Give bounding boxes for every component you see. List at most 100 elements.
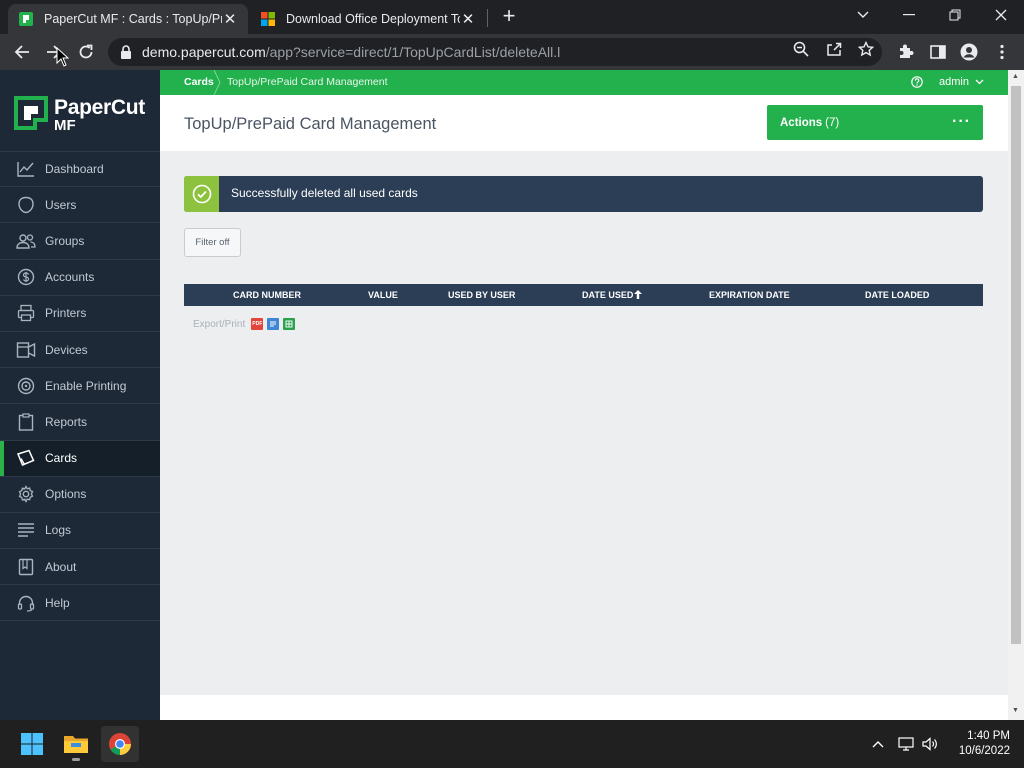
sidebar-item-about[interactable]: About bbox=[0, 549, 160, 586]
tab-search-icon[interactable] bbox=[840, 0, 886, 30]
sidebar-item-label: Options bbox=[45, 487, 87, 502]
papercut-logo-icon bbox=[14, 96, 48, 130]
reload-button[interactable] bbox=[74, 40, 98, 64]
volume-icon[interactable] bbox=[921, 735, 939, 753]
breadcrumb: Cards TopUp/PrePaid Card Management admi… bbox=[160, 70, 1008, 95]
sidebar-nav: Dashboard Users Groups Accounts Printers… bbox=[0, 151, 160, 622]
cards-table-header: CARD NUMBER VALUE USED BY USER DATE USED… bbox=[184, 284, 983, 306]
accounts-icon bbox=[16, 267, 36, 287]
sidebar-item-reports[interactable]: Reports bbox=[0, 404, 160, 441]
csv-export-icon[interactable] bbox=[283, 318, 296, 330]
actions-button[interactable]: Actions (7) ··· bbox=[767, 105, 983, 140]
side-panel-icon[interactable] bbox=[929, 43, 947, 61]
network-icon[interactable] bbox=[897, 735, 915, 753]
export-label: Export/Print bbox=[193, 318, 246, 330]
restore-button[interactable] bbox=[932, 0, 978, 30]
tab-title: PaperCut MF : Cards : TopUp/Pre bbox=[44, 12, 222, 26]
dashboard-icon bbox=[16, 159, 36, 179]
html-export-icon[interactable] bbox=[267, 318, 280, 330]
browser-tab-papercut[interactable]: PaperCut MF : Cards : TopUp/Pre ✕ bbox=[8, 4, 248, 34]
actions-label: Actions bbox=[780, 116, 823, 129]
minimize-button[interactable] bbox=[886, 0, 932, 30]
sidebar-item-label: Help bbox=[45, 595, 70, 610]
browser-toolbar: demo.papercut.com /app?service=direct/1/… bbox=[0, 34, 1024, 70]
user-menu-label: admin bbox=[939, 76, 969, 88]
tab-close-icon[interactable]: ✕ bbox=[460, 10, 476, 28]
windows-logo-icon bbox=[21, 733, 43, 755]
printer-icon bbox=[16, 303, 36, 323]
file-explorer-button[interactable] bbox=[57, 726, 95, 762]
sidebar-item-devices[interactable]: Devices bbox=[0, 332, 160, 369]
page-footer bbox=[160, 695, 1008, 720]
bookmark-star-icon[interactable] bbox=[858, 41, 874, 57]
clock-date: 10/6/2022 bbox=[958, 745, 1010, 757]
sidebar-item-help[interactable]: Help bbox=[0, 585, 160, 622]
profile-avatar-icon[interactable] bbox=[960, 43, 978, 61]
sidebar-item-dashboard[interactable]: Dashboard bbox=[0, 151, 160, 188]
scrollbar-thumb[interactable] bbox=[1011, 86, 1021, 644]
sidebar-item-users[interactable]: Users bbox=[0, 187, 160, 224]
page-title: TopUp/PrePaid Card Management bbox=[184, 115, 437, 133]
sidebar-item-label: Logs bbox=[45, 523, 72, 538]
extensions-icon[interactable] bbox=[897, 43, 915, 61]
sidebar-item-cards[interactable]: Cards bbox=[0, 440, 160, 477]
column-header-value[interactable]: VALUE bbox=[368, 290, 398, 300]
help-icon bbox=[16, 593, 36, 613]
page-scrollbar[interactable]: ▲ ▼ bbox=[1008, 70, 1024, 720]
more-dots-icon: ··· bbox=[952, 113, 971, 130]
sidebar-item-label: Accounts bbox=[45, 270, 95, 285]
sidebar-item-label: Dashboard bbox=[45, 162, 104, 177]
column-header-expiration-date[interactable]: EXPIRATION DATE bbox=[709, 290, 790, 300]
success-check-icon bbox=[184, 176, 219, 212]
breadcrumb-chevron-icon bbox=[213, 70, 221, 95]
column-header-date-used[interactable]: DATE USED bbox=[582, 290, 633, 300]
sidebar-item-logs[interactable]: Logs bbox=[0, 513, 160, 550]
lock-icon bbox=[121, 45, 131, 59]
browser-menu-icon[interactable] bbox=[993, 43, 1011, 61]
success-alert: Successfully deleted all used cards bbox=[184, 176, 983, 212]
column-header-date-loaded[interactable]: DATE LOADED bbox=[865, 290, 929, 300]
sidebar-item-accounts[interactable]: Accounts bbox=[0, 260, 160, 296]
browser-tab-office[interactable]: Download Office Deployment To ✕ bbox=[250, 4, 486, 34]
scroll-up-icon[interactable]: ▲ bbox=[1012, 73, 1019, 80]
scroll-down-icon[interactable]: ▼ bbox=[1012, 707, 1019, 714]
close-window-button[interactable] bbox=[978, 0, 1024, 30]
sidebar-item-label: Printers bbox=[45, 306, 87, 321]
tray-overflow-chevron-icon[interactable] bbox=[869, 735, 887, 753]
pdf-export-icon[interactable]: PDF bbox=[251, 318, 264, 330]
clock-time: 1:40 PM bbox=[967, 730, 1010, 742]
sidebar-item-label: Groups bbox=[45, 233, 85, 248]
gear-icon bbox=[16, 484, 36, 504]
papercut-favicon-icon bbox=[19, 12, 33, 26]
filter-toggle-button[interactable]: Filter off bbox=[184, 228, 241, 257]
chrome-taskbar-button[interactable] bbox=[101, 726, 139, 762]
sidebar-item-label: Users bbox=[45, 197, 77, 212]
zoom-icon[interactable] bbox=[793, 41, 809, 57]
papercut-logo[interactable]: PaperCut MF bbox=[14, 96, 149, 136]
sidebar-item-printers[interactable]: Printers bbox=[0, 296, 160, 332]
user-menu[interactable]: admin bbox=[911, 76, 984, 88]
url-path: /app?service=direct/1/TopUpCardList/dele… bbox=[265, 44, 561, 60]
sort-ascending-icon bbox=[634, 290, 642, 299]
tab-close-icon[interactable]: ✕ bbox=[222, 10, 238, 28]
users-icon bbox=[16, 195, 36, 215]
breadcrumb-root[interactable]: Cards bbox=[184, 76, 214, 88]
back-button[interactable] bbox=[10, 40, 34, 64]
export-print-bar: Export/Print PDF bbox=[193, 318, 296, 330]
sidebar-item-groups[interactable]: Groups bbox=[0, 223, 160, 260]
enable-printing-icon bbox=[16, 376, 36, 396]
groups-icon bbox=[16, 231, 36, 251]
new-tab-button[interactable]: + bbox=[498, 5, 520, 28]
start-button[interactable] bbox=[13, 726, 51, 762]
sidebar-item-enable-printing[interactable]: Enable Printing bbox=[0, 368, 160, 405]
sidebar-item-label: Cards bbox=[45, 451, 78, 466]
address-bar[interactable]: demo.papercut.com /app?service=direct/1/… bbox=[108, 38, 882, 66]
sidebar-item-label: Devices bbox=[45, 342, 88, 357]
sidebar-item-options[interactable]: Options bbox=[0, 477, 160, 513]
url-host: demo.papercut.com bbox=[142, 44, 266, 60]
help-circle-icon bbox=[911, 76, 923, 88]
share-icon[interactable] bbox=[826, 41, 842, 57]
column-header-card-number[interactable]: CARD NUMBER bbox=[233, 290, 301, 300]
column-header-used-by-user[interactable]: USED BY USER bbox=[448, 290, 515, 300]
taskbar-clock[interactable]: 1:40 PM 10/6/2022 bbox=[959, 729, 1010, 759]
